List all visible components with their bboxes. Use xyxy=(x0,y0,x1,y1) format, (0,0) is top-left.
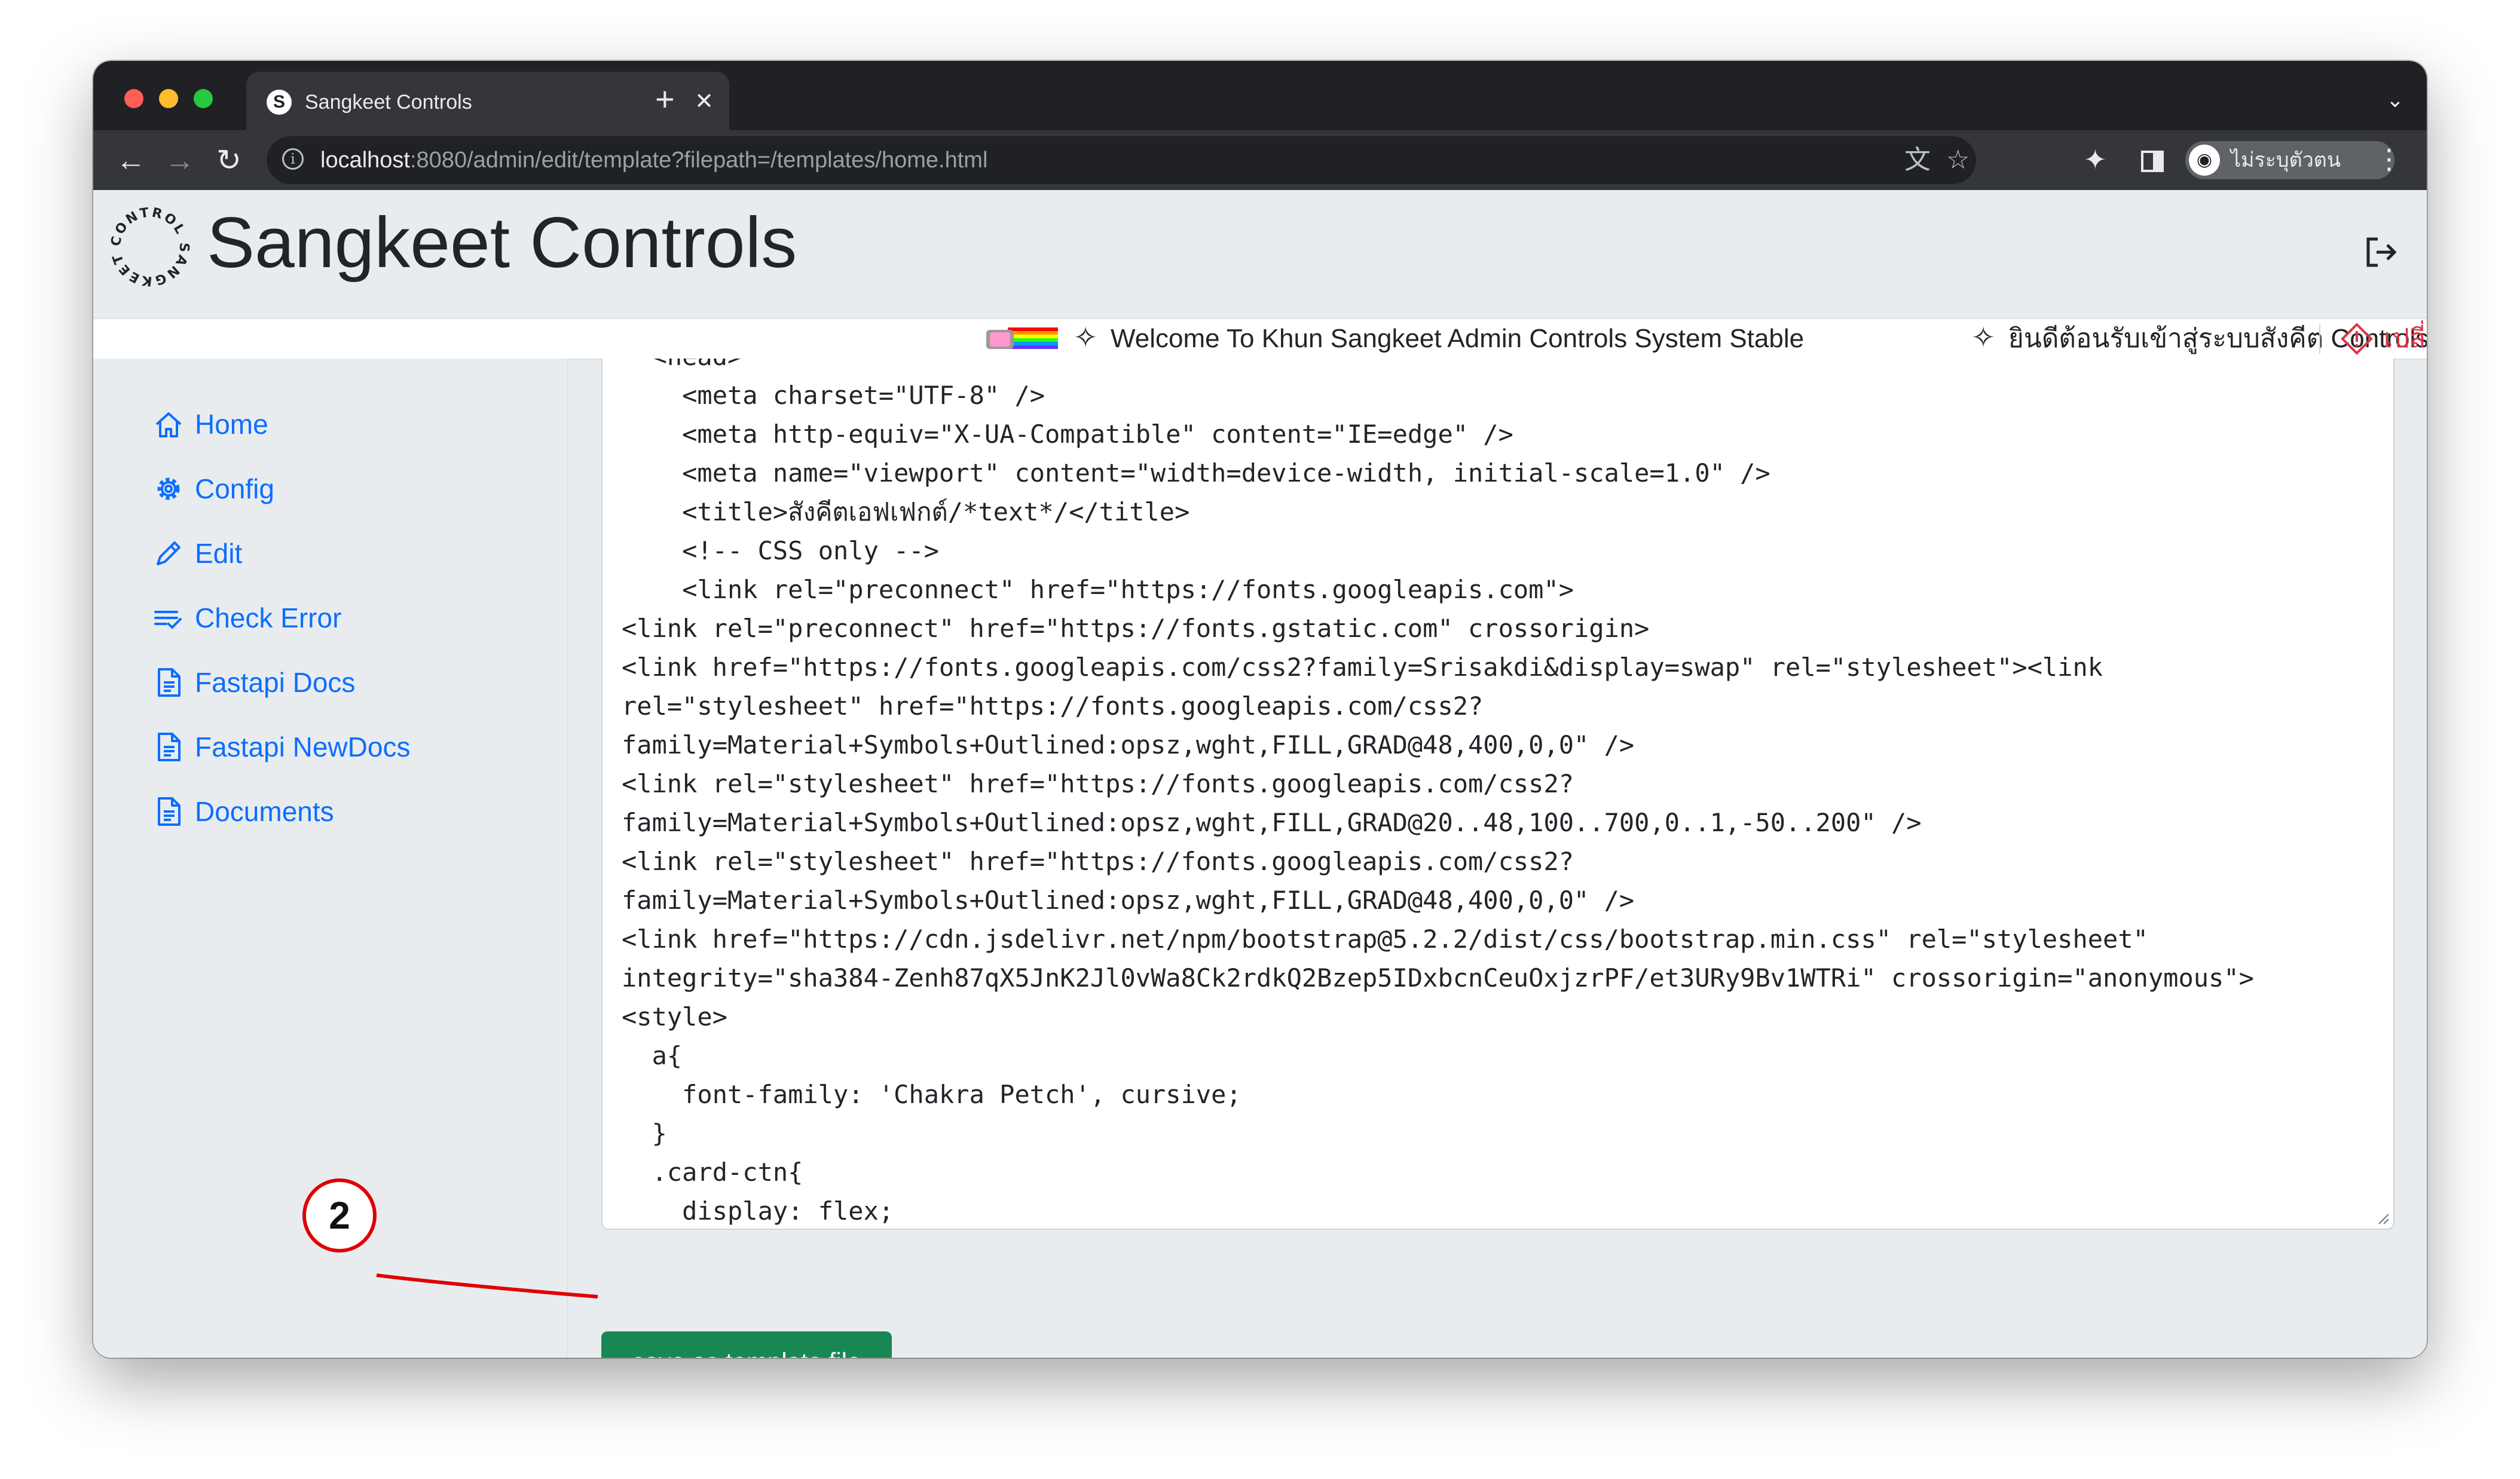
sparkle-icon: ✧ xyxy=(1074,322,1098,354)
list-check-icon xyxy=(154,611,182,629)
sidebar-item-label: Edit xyxy=(195,538,243,569)
incognito-profile-chip[interactable]: ◉ ไม่ระบุตัวตน xyxy=(2185,141,2394,179)
sidebar-item-label: Fastapi NewDocs xyxy=(195,731,411,763)
tab-title: Sangkeet Controls xyxy=(305,91,472,114)
sidebar-item-label: Documents xyxy=(195,796,334,827)
sangkeet-logo-icon: CONTROL SANGKEET xyxy=(108,205,191,288)
sidebar-item-label: Check Error xyxy=(195,602,342,633)
sidebar-item-documents[interactable]: Documents xyxy=(153,792,512,831)
nyan-cat-icon xyxy=(986,327,1058,349)
save-template-button[interactable]: save as template file xyxy=(601,1331,892,1358)
sidebar-item-check-error[interactable]: Check Error xyxy=(153,599,512,637)
browser-window: S Sangkeet Controls ✕ + ⌄ ← → ↻ i localh… xyxy=(93,61,2427,1358)
house-icon xyxy=(155,412,182,437)
welcome-message-en: Welcome To Khun Sangkeet Admin Controls … xyxy=(1111,324,1805,353)
template-code-content[interactable]: <head> <meta charset="UTF-8" /> <meta ht… xyxy=(603,359,2254,1229)
document-icon xyxy=(158,797,181,826)
document-icon xyxy=(158,733,181,761)
extensions-puzzle-icon[interactable]: ✦ xyxy=(2084,143,2107,176)
back-arrow-icon[interactable]: ← xyxy=(116,143,146,177)
address-bar[interactable]: i localhost:8080/admin/edit/template?fil… xyxy=(267,136,1976,184)
template-code-editor[interactable]: <head> <meta charset="UTF-8" /> <meta ht… xyxy=(601,359,2394,1230)
tab-strip: S Sangkeet Controls ✕ + ⌄ xyxy=(93,61,2427,131)
sidebar-item-fastapi-docs[interactable]: Fastapi Docs xyxy=(153,663,512,702)
sidebar-item-label: Fastapi Docs xyxy=(195,667,356,698)
incognito-icon: ◉ xyxy=(2189,145,2220,176)
url-text: localhost:8080/admin/edit/template?filep… xyxy=(320,148,988,173)
reload-icon[interactable]: ↻ xyxy=(216,143,241,177)
sparkle-icon: ✧ xyxy=(1971,322,1996,354)
tab-close-icon[interactable]: ✕ xyxy=(695,87,714,116)
sidebar-item-config[interactable]: Config xyxy=(153,470,512,508)
browser-toolbar: ← → ↻ i localhost:8080/admin/edit/templa… xyxy=(93,130,2427,190)
new-tab-button[interactable]: + xyxy=(655,82,675,116)
site-favicon-icon: S xyxy=(267,90,292,115)
resize-handle-icon[interactable] xyxy=(2375,1211,2390,1225)
translate-icon[interactable]: ⽂ xyxy=(1904,146,1931,174)
gear-icon xyxy=(157,477,180,500)
zoom-window-button[interactable] xyxy=(194,89,213,108)
bookmark-star-icon[interactable]: ☆ xyxy=(1946,146,1969,174)
profile-label: ไม่ระบุตัวตน xyxy=(2231,149,2341,172)
marquee-divider xyxy=(2319,324,2320,354)
document-icon xyxy=(158,668,181,697)
logout-icon[interactable] xyxy=(2363,234,2399,270)
page-content: CONTROL SANGKEET Sangkeet Controls ✧ Wel… xyxy=(93,190,2427,1358)
tab-search-chevron-icon[interactable]: ⌄ xyxy=(2386,87,2404,112)
callout-badge: 2 xyxy=(302,1178,377,1253)
site-title: Sangkeet Controls xyxy=(207,203,797,283)
warning-diamond-icon xyxy=(2341,323,2373,355)
browser-menu-icon[interactable]: ⋮ xyxy=(2375,142,2403,176)
site-info-icon[interactable]: i xyxy=(282,148,304,170)
minimize-window-button[interactable] xyxy=(159,89,178,108)
sidebar-item-fastapi-newdocs[interactable]: Fastapi NewDocs xyxy=(153,728,512,766)
pencil-icon xyxy=(157,541,181,565)
svg-text:CONTROL SANGKEET: CONTROL SANGKEET xyxy=(108,205,191,288)
sidebar-item-label: Config xyxy=(195,473,274,504)
site-header: CONTROL SANGKEET Sangkeet Controls xyxy=(93,190,2427,318)
sidebar-item-label: Home xyxy=(195,409,268,440)
announcement-marquee: ✧ Welcome To Khun Sangkeet Admin Control… xyxy=(93,318,2427,360)
forward-arrow-icon[interactable]: → xyxy=(165,143,195,177)
alert-message: เปลี่ xyxy=(2384,324,2426,353)
sidebar-item-home[interactable]: Home xyxy=(153,405,512,443)
side-panel-icon[interactable] xyxy=(2141,151,2164,172)
close-window-button[interactable] xyxy=(124,89,143,108)
sidebar-item-edit[interactable]: Edit xyxy=(153,534,512,572)
